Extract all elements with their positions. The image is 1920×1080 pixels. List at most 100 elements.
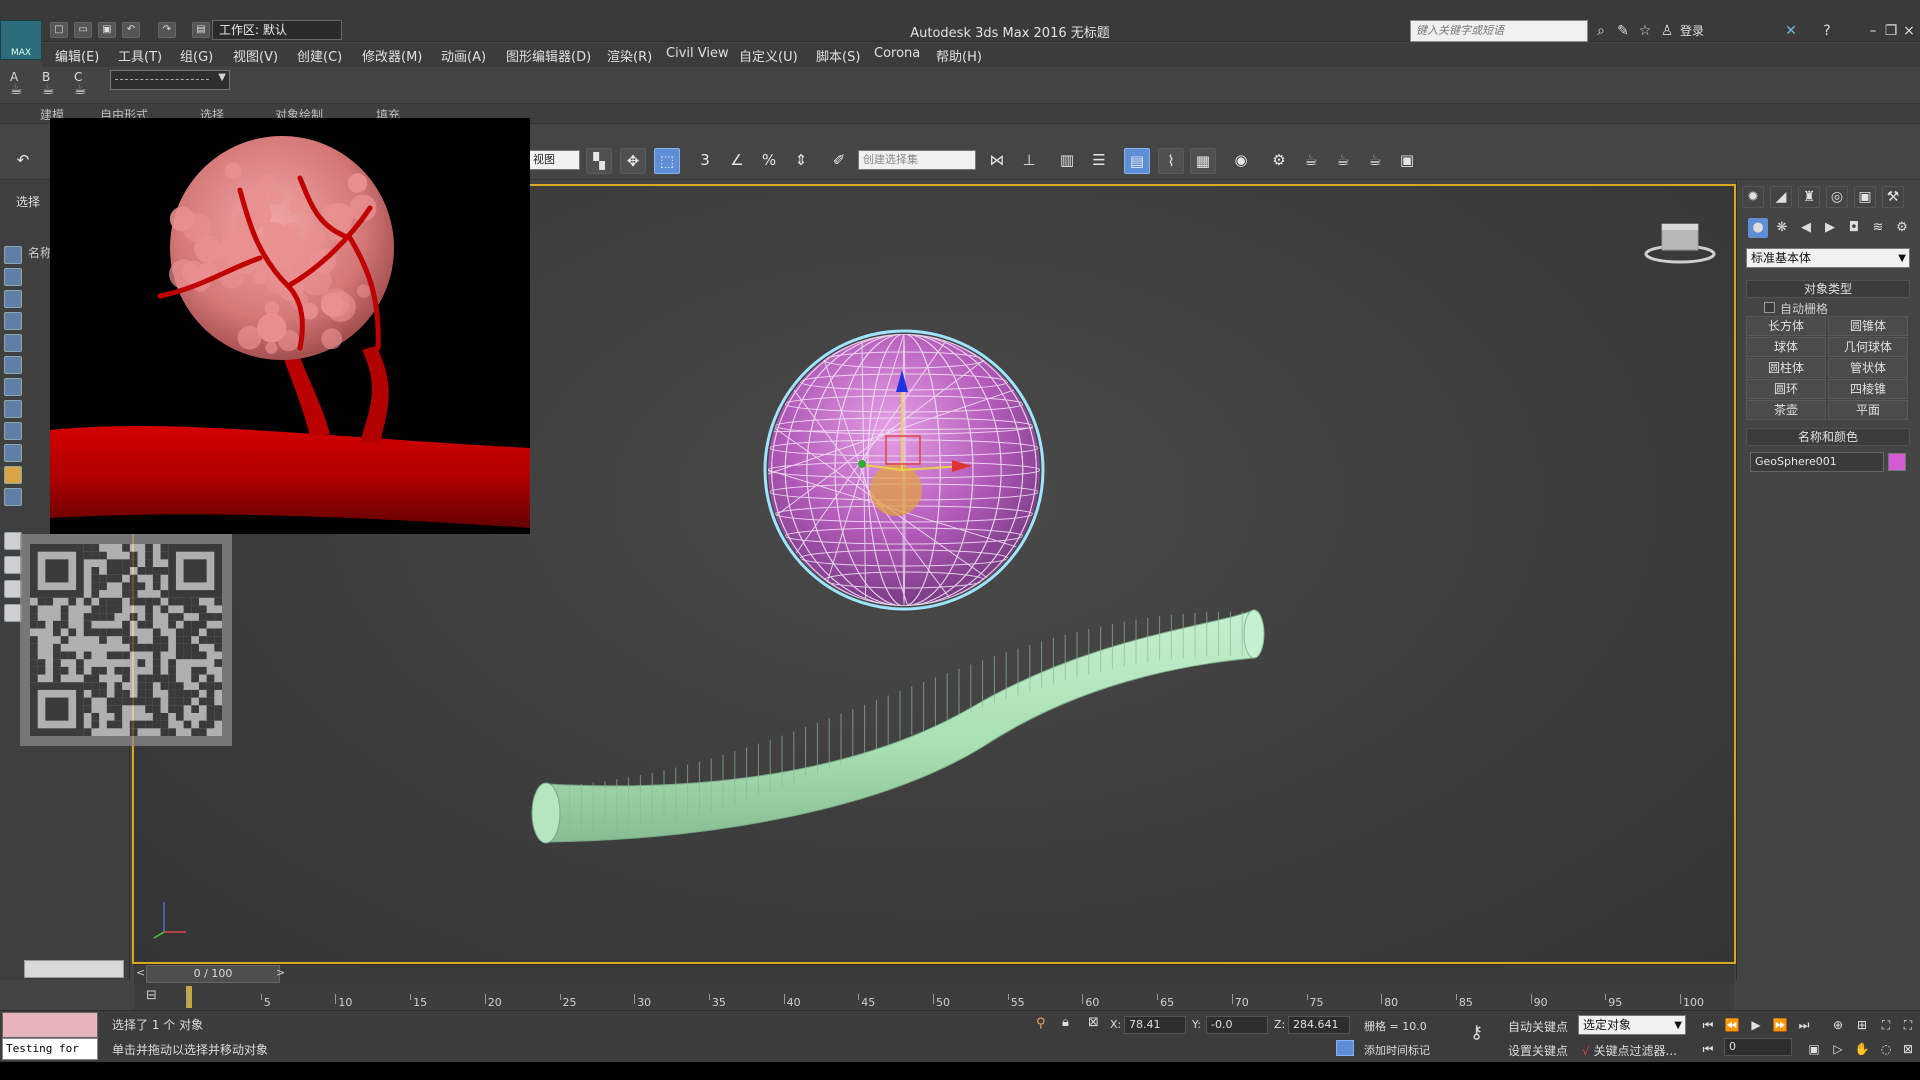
key-filters-button[interactable]: √ 关键点过滤器... bbox=[1582, 1042, 1677, 1059]
x-coordinate-field[interactable]: 78.41 bbox=[1124, 1016, 1186, 1034]
horizontal-scrollbar[interactable] bbox=[24, 960, 124, 978]
menu-modifiers[interactable]: 修改器(M) bbox=[362, 46, 422, 65]
display-xrefs-icon[interactable] bbox=[4, 444, 22, 462]
systems-icon[interactable]: ⚙ bbox=[1892, 218, 1912, 238]
zoom-extents-all-icon[interactable]: ⛶ bbox=[1898, 1016, 1918, 1034]
next-frame-icon[interactable]: ⏩ bbox=[1770, 1016, 1790, 1034]
set-key-button[interactable]: 设置关键点 bbox=[1508, 1042, 1568, 1059]
display-warps-icon[interactable] bbox=[4, 378, 22, 396]
tube-button[interactable]: 管状体 bbox=[1828, 358, 1908, 378]
undo-icon[interactable]: ↶ bbox=[122, 22, 140, 38]
menu-corona[interactable]: Corona bbox=[874, 46, 920, 61]
plane-button[interactable]: 平面 bbox=[1828, 400, 1908, 420]
help-icon[interactable]: ? bbox=[1818, 22, 1836, 40]
time-slider-track[interactable] bbox=[134, 964, 1734, 984]
time-slider-prev[interactable]: < bbox=[136, 966, 145, 979]
redo-icon[interactable]: ↷ bbox=[158, 22, 176, 38]
display-tab-icon[interactable]: ▣ bbox=[1854, 186, 1876, 208]
exchange-icon[interactable]: ✕ bbox=[1782, 22, 1800, 40]
new-file-icon[interactable]: □ bbox=[50, 22, 68, 38]
curve-editor-icon[interactable]: ⌇ bbox=[1158, 148, 1184, 174]
menu-tools[interactable]: 工具(T) bbox=[118, 46, 162, 65]
menu-group[interactable]: 组(G) bbox=[180, 46, 213, 65]
display-shapes-icon[interactable] bbox=[4, 290, 22, 308]
corona-b-button[interactable]: B ☕ bbox=[42, 70, 68, 98]
display-all-icon[interactable] bbox=[4, 488, 22, 506]
restore-icon[interactable]: ❐ bbox=[1882, 22, 1900, 40]
utilities-tab-icon[interactable]: ⚒ bbox=[1882, 186, 1904, 208]
ribbon-toggle-button[interactable]: ▤ bbox=[1124, 148, 1150, 174]
select-object-icon[interactable] bbox=[4, 246, 22, 264]
align-icon[interactable]: ⊥ bbox=[1016, 148, 1042, 174]
teapot-button[interactable]: 茶壶 bbox=[1746, 400, 1826, 420]
menu-help[interactable]: 帮助(H) bbox=[936, 46, 982, 65]
menu-views[interactable]: 视图(V) bbox=[233, 46, 278, 65]
zoom-extents-icon[interactable]: ⛶ bbox=[1876, 1016, 1896, 1034]
percent-snap-button[interactable]: % bbox=[756, 148, 782, 174]
render-production-icon[interactable]: ☕ bbox=[1330, 148, 1356, 174]
binoculars-icon[interactable]: ⌕ bbox=[1592, 22, 1610, 40]
auto-key-button[interactable]: 自动关键点 bbox=[1508, 1018, 1568, 1035]
field-of-view-icon[interactable]: ▷ bbox=[1828, 1040, 1848, 1058]
object-color-swatch[interactable] bbox=[1888, 453, 1906, 471]
geosphere-button[interactable]: 几何球体 bbox=[1828, 337, 1908, 357]
object-type-rollout[interactable]: 对象类型 bbox=[1746, 280, 1910, 298]
zoom-icon[interactable]: ⊕ bbox=[1828, 1016, 1848, 1034]
menu-civil-view[interactable]: Civil View bbox=[666, 46, 729, 61]
add-time-tag[interactable]: 添加时间标记 bbox=[1364, 1042, 1430, 1058]
motion-tab-icon[interactable]: ◎ bbox=[1826, 186, 1848, 208]
space-warps-icon[interactable]: ≋ bbox=[1868, 218, 1888, 238]
display-cameras-icon[interactable] bbox=[4, 334, 22, 352]
render-setup-icon[interactable]: ⚙ bbox=[1266, 148, 1292, 174]
key-mode-toggle-icon[interactable]: ⏮ bbox=[1698, 1040, 1718, 1058]
z-coordinate-field[interactable]: 284.641 bbox=[1288, 1016, 1350, 1034]
pan-icon[interactable]: ✋ bbox=[1852, 1040, 1872, 1058]
previous-frame-icon[interactable]: ⏪ bbox=[1722, 1016, 1742, 1034]
search-input[interactable]: 键入关键字或短语 bbox=[1410, 20, 1588, 42]
edit-named-selection-icon[interactable]: ✐ bbox=[826, 148, 852, 174]
named-selection-dropdown[interactable]: 创建选择集 bbox=[858, 150, 976, 170]
autogrid-checkbox[interactable] bbox=[1764, 302, 1775, 313]
close-icon[interactable]: × bbox=[1900, 22, 1918, 40]
lights-icon[interactable]: ◀ bbox=[1796, 218, 1816, 238]
render-frame-window-icon[interactable]: ▣ bbox=[1394, 148, 1420, 174]
layer-dropdown[interactable]: ▼ bbox=[110, 70, 230, 90]
time-tag-icon[interactable] bbox=[1336, 1040, 1354, 1056]
menu-customize[interactable]: 自定义(U) bbox=[739, 46, 798, 65]
maxscript-listener-pink[interactable] bbox=[2, 1012, 98, 1038]
display-bones-icon[interactable] bbox=[4, 422, 22, 440]
corona-a-button[interactable]: A ☕ bbox=[10, 70, 36, 98]
pyramid-button[interactable]: 四棱锥 bbox=[1828, 379, 1908, 399]
mini-curve-editor-icon[interactable]: ⊟ bbox=[146, 988, 157, 1003]
modify-tab-icon[interactable]: ◢ bbox=[1770, 186, 1792, 208]
material-editor-icon[interactable]: ◉ bbox=[1228, 148, 1254, 174]
menu-scripting[interactable]: 脚本(S) bbox=[816, 46, 860, 65]
display-particles-icon[interactable] bbox=[4, 466, 22, 484]
go-to-start-icon[interactable]: ⏮ bbox=[1698, 1016, 1718, 1034]
track-bar[interactable] bbox=[134, 984, 1734, 1010]
box-button[interactable]: 长方体 bbox=[1746, 316, 1826, 336]
current-frame-field[interactable]: 0 bbox=[1724, 1038, 1792, 1056]
communication-icon[interactable]: ✎ bbox=[1614, 22, 1632, 40]
cone-button[interactable]: 圆锥体 bbox=[1828, 316, 1908, 336]
snap-toggle-button[interactable]: 3 bbox=[692, 148, 718, 174]
helpers-icon[interactable]: ◘ bbox=[1844, 218, 1864, 238]
primitive-type-dropdown[interactable]: 标准基本体 ▼ bbox=[1746, 248, 1910, 268]
name-and-color-rollout[interactable]: 名称和颜色 bbox=[1746, 428, 1910, 446]
layer-manager-icon[interactable]: ▥ bbox=[1054, 148, 1080, 174]
schematic-view-icon[interactable]: ▦ bbox=[1190, 148, 1216, 174]
play-icon[interactable]: ▶ bbox=[1746, 1016, 1766, 1034]
angle-snap-icon[interactable]: ∠ bbox=[724, 148, 750, 174]
go-to-end-icon[interactable]: ⏭ bbox=[1794, 1016, 1814, 1034]
object-name-field[interactable]: GeoSphere001 bbox=[1750, 452, 1884, 472]
spinner-snap-icon[interactable]: ⇕ bbox=[788, 148, 814, 174]
y-coordinate-field[interactable]: -0.0 bbox=[1206, 1016, 1268, 1034]
cylinder-button[interactable]: 圆柱体 bbox=[1746, 358, 1826, 378]
menu-create[interactable]: 创建(C) bbox=[297, 46, 342, 65]
torus-button[interactable]: 圆环 bbox=[1746, 379, 1826, 399]
create-tab-icon[interactable]: ✹ bbox=[1742, 186, 1764, 208]
menu-rendering[interactable]: 渲染(R) bbox=[607, 46, 652, 65]
workspace-dropdown[interactable]: 工作区: 默认 bbox=[212, 20, 342, 40]
geometry-icon[interactable]: ● bbox=[1748, 218, 1768, 238]
project-folder-icon[interactable]: ▤ bbox=[192, 22, 210, 38]
